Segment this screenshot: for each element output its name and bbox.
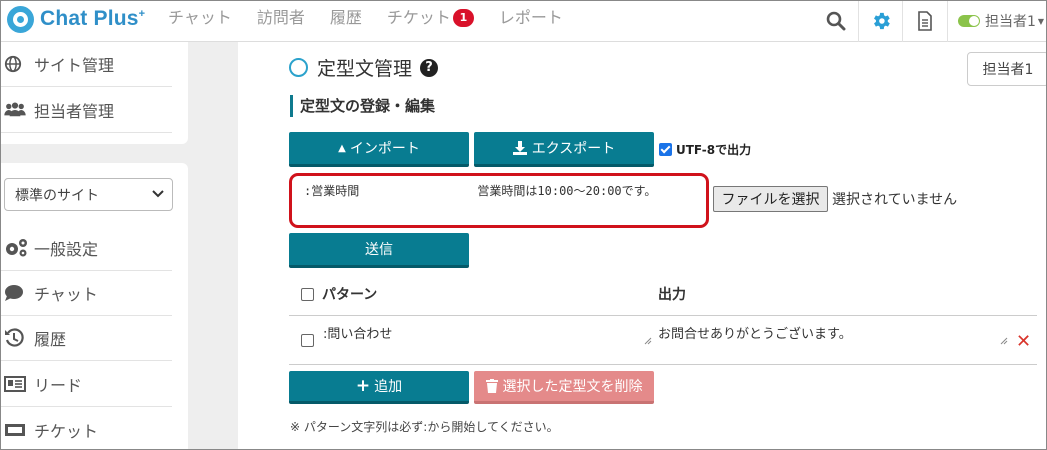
template-textarea[interactable]: :営業時間 営業時間は10:00～20:00です。 <box>289 173 709 228</box>
logo-sup: + <box>138 8 146 20</box>
select-all-checkbox[interactable] <box>301 287 314 301</box>
sidebar-item-chat[interactable]: チャット <box>0 271 172 316</box>
export-label: エクスポート <box>531 141 616 157</box>
sidebar-item-tickets[interactable]: チケット <box>0 407 172 450</box>
history-icon <box>4 328 28 348</box>
page-title: 定型文管理 <box>317 58 413 80</box>
nav-tickets[interactable]: チケット 1 <box>387 4 474 28</box>
resize-grip-icon[interactable] <box>1000 337 1008 345</box>
search-icon <box>826 11 846 31</box>
online-toggle[interactable] <box>958 15 980 27</box>
main-nav: チャット 訪問者 履歴 チケット 1 レポート <box>168 0 588 32</box>
users-icon <box>4 102 28 118</box>
sidebar-item-history[interactable]: 履歴 <box>0 316 172 361</box>
search-button[interactable] <box>814 0 858 42</box>
utf8-label: UTF-8で出力 <box>676 143 752 157</box>
chatplus-logo[interactable]: Chat Plus+ <box>7 5 145 33</box>
download-icon <box>512 141 527 155</box>
resize-grip-icon[interactable] <box>644 337 652 345</box>
pattern-column-header: パターン <box>301 284 377 304</box>
sidebar-label: 一般設定 <box>34 240 99 259</box>
utf8-option[interactable]: UTF-8で出力 <box>659 141 751 158</box>
nav-history[interactable]: 履歴 <box>330 4 362 28</box>
import-label: インポート <box>349 141 420 157</box>
row-checkbox[interactable] <box>301 334 314 347</box>
import-button[interactable]: ▲ インポート <box>289 132 469 167</box>
circle-icon <box>289 58 308 77</box>
globe-icon <box>4 55 28 73</box>
sidebar-label: 担当者管理 <box>34 102 115 121</box>
user-name: 担当者1 <box>985 14 1036 30</box>
table-row: :問い合わせ お問合せありがとうございます。 ✕ <box>289 317 1037 365</box>
chevron-down-icon <box>152 190 164 198</box>
section-title: 定型文の登録・編集 <box>290 95 435 117</box>
pattern-cell[interactable]: :問い合わせ <box>323 323 392 342</box>
document-icon <box>917 11 932 31</box>
plus-icon: + <box>355 376 371 396</box>
add-label: 追加 <box>374 379 403 395</box>
delete-selected-button[interactable]: 選択した定型文を削除 <box>474 371 654 404</box>
agent-filter-button[interactable]: 担当者1 <box>967 52 1047 86</box>
ticket-icon <box>4 422 28 438</box>
add-button[interactable]: + 追加 <box>289 371 469 404</box>
export-button[interactable]: エクスポート <box>474 132 654 167</box>
site-select[interactable]: 標準のサイト <box>4 178 173 211</box>
textarea-value: :営業時間 営業時間は10:00～20:00です。 <box>304 184 657 198</box>
sidebar-admin-card: サイト管理 担当者管理 <box>0 42 188 144</box>
sidebar-item-general-settings[interactable]: 一般設定 <box>0 226 172 271</box>
file-status: 選択されていません <box>832 192 958 208</box>
speech-bubble-icon <box>4 284 28 302</box>
sidebar-item-site-management[interactable]: サイト管理 <box>0 42 172 87</box>
user-menu[interactable]: 担当者1 ▼ <box>947 0 1047 42</box>
ticket-count-badge: 1 <box>452 9 474 27</box>
gear-icon <box>873 12 890 30</box>
sidebar-label: サイト管理 <box>34 56 115 75</box>
sidebar-label: 履歴 <box>34 330 67 349</box>
site-select-value: 標準のサイト <box>15 187 99 204</box>
settings-button[interactable] <box>858 0 902 42</box>
chatplus-logo-icon <box>7 5 34 33</box>
caret-down-icon: ▼ <box>1037 16 1045 26</box>
nav-tickets-label: チケット <box>386 8 451 27</box>
sidebar-label: チケット <box>34 421 99 441</box>
page-title-row: 定型文管理 ? <box>289 54 439 81</box>
table-header: パターン 出力 <box>289 278 1037 316</box>
send-button[interactable]: 送信 <box>289 233 469 268</box>
pattern-note: ※ パターン文字列は必ず:から開始してください。 <box>290 420 559 434</box>
document-button[interactable] <box>902 0 946 42</box>
sidebar-label: チャット <box>34 285 98 304</box>
nav-chat[interactable]: チャット <box>168 4 232 28</box>
nav-visitors[interactable]: 訪問者 <box>257 4 305 28</box>
delete-selected-label: 選択した定型文を削除 <box>502 379 643 395</box>
chevron-up-icon: ▲ <box>338 142 346 154</box>
delete-row-icon[interactable]: ✕ <box>1016 331 1031 352</box>
output-cell[interactable]: お問合せありがとうございます。 <box>658 323 852 342</box>
nav-reports[interactable]: レポート <box>499 4 563 28</box>
send-label: 送信 <box>365 242 393 258</box>
output-column-header: 出力 <box>658 287 686 303</box>
gears-icon <box>4 238 28 258</box>
help-icon[interactable]: ? <box>420 58 439 77</box>
sidebar-label: リード <box>34 376 83 395</box>
sidebar-item-leads[interactable]: リード <box>0 362 172 407</box>
top-header: Chat Plus+ チャット 訪問者 履歴 チケット 1 レポート 担当者1 ▼ <box>0 0 1047 42</box>
logo-text: Chat Plus <box>40 7 139 30</box>
utf8-checkbox[interactable] <box>659 143 672 156</box>
choose-file-button[interactable]: ファイルを選択 <box>713 186 828 212</box>
pattern-header-label: パターン <box>322 287 378 303</box>
id-card-icon <box>4 376 28 392</box>
trash-icon <box>485 379 498 393</box>
sidebar-item-agent-management[interactable]: 担当者管理 <box>0 88 172 133</box>
